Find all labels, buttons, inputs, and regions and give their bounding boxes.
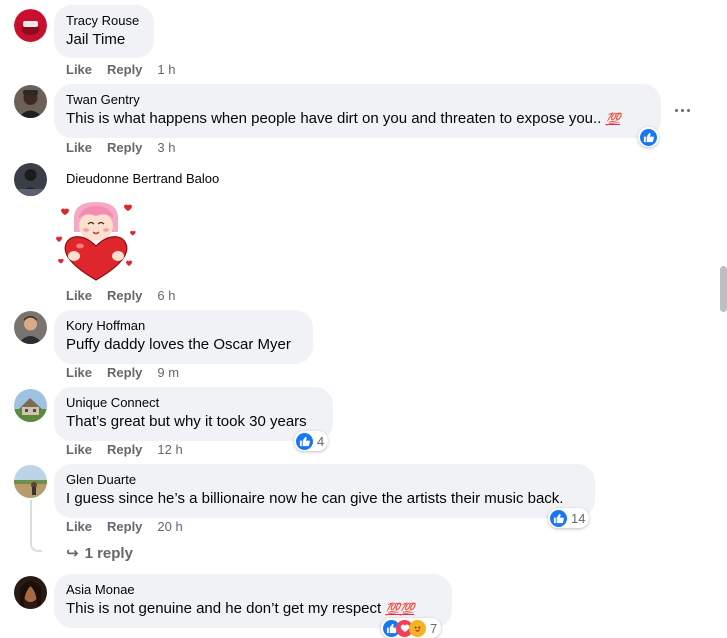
avatar[interactable] bbox=[14, 9, 47, 42]
avatar[interactable] bbox=[14, 311, 47, 344]
hundred-points-emoji: 💯💯 bbox=[385, 602, 415, 616]
comment-time[interactable]: 3 h bbox=[157, 140, 175, 156]
view-replies-link[interactable]: ↪ 1 reply bbox=[66, 544, 133, 562]
thread-line bbox=[30, 500, 32, 544]
reply-button[interactable]: Reply bbox=[107, 62, 142, 78]
comment-bubble: Kory Hoffman Puffy daddy loves the Oscar… bbox=[54, 310, 313, 364]
comment-actions: Like Reply 12 h bbox=[66, 442, 183, 458]
reply-arrow-icon: ↪ bbox=[66, 545, 79, 562]
reaction-summary[interactable]: 7 bbox=[381, 618, 442, 638]
comment-text: This is what happens when people have di… bbox=[66, 110, 621, 127]
reaction-summary[interactable]: 14 bbox=[548, 508, 590, 528]
comment-author[interactable]: Asia Monae bbox=[66, 582, 440, 598]
comment-actions: Like Reply 1 h bbox=[66, 62, 176, 78]
comment-author[interactable]: Tracy Rouse bbox=[66, 13, 142, 29]
scrollbar-thumb[interactable] bbox=[720, 266, 727, 312]
like-button[interactable]: Like bbox=[66, 140, 92, 156]
comment-text: Jail Time bbox=[66, 31, 126, 48]
like-button[interactable]: Like bbox=[66, 288, 92, 304]
heart-girl-sticker bbox=[52, 196, 140, 284]
avatar[interactable] bbox=[14, 163, 47, 196]
comment-author[interactable]: Twan Gentry bbox=[66, 92, 649, 108]
reply-button[interactable]: Reply bbox=[107, 365, 142, 381]
like-button[interactable]: Like bbox=[66, 62, 92, 78]
avatar[interactable] bbox=[14, 85, 47, 118]
comment-author[interactable]: Glen Duarte bbox=[66, 472, 583, 488]
comment-bubble: Twan Gentry This is what happens when pe… bbox=[54, 84, 661, 138]
avatar[interactable] bbox=[14, 465, 47, 498]
avatar[interactable] bbox=[14, 389, 47, 422]
comment-actions: Like Reply 6 h bbox=[66, 288, 176, 304]
comment-text: That’s great but why it took 30 years bbox=[66, 413, 307, 430]
reply-button[interactable]: Reply bbox=[107, 442, 142, 458]
like-button[interactable]: Like bbox=[66, 442, 92, 458]
like-reaction-icon bbox=[640, 128, 657, 146]
comment-actions: Like Reply 3 h bbox=[66, 140, 176, 156]
hundred-points-emoji: 💯 bbox=[605, 112, 621, 126]
comment-text: I guess since he’s a billionaire now he … bbox=[66, 490, 564, 507]
comment-time[interactable]: 9 m bbox=[157, 365, 179, 381]
avatar[interactable] bbox=[14, 576, 47, 609]
comment-author[interactable]: Dieudonne Bertrand Baloo bbox=[66, 171, 219, 187]
comment-time[interactable]: 20 h bbox=[157, 519, 182, 535]
reaction-summary[interactable] bbox=[638, 127, 659, 147]
comment-bubble: Tracy Rouse Jail Time bbox=[54, 5, 154, 58]
comment-actions: Like Reply 20 h bbox=[66, 519, 183, 535]
comment-author[interactable]: Unique Connect bbox=[66, 395, 321, 411]
like-reaction-icon bbox=[296, 432, 313, 450]
reaction-count: 14 bbox=[571, 510, 586, 526]
comment-time[interactable]: 6 h bbox=[157, 288, 175, 304]
like-button[interactable]: Like bbox=[66, 519, 92, 535]
reaction-count: 4 bbox=[317, 433, 325, 449]
like-reaction-icon bbox=[550, 509, 567, 527]
more-options-icon[interactable] bbox=[672, 101, 692, 119]
comment-actions: Like Reply 9 m bbox=[66, 365, 179, 381]
comment-text: This is not genuine and he don’t get my … bbox=[66, 600, 415, 617]
comment-bubble: Unique Connect That’s great but why it t… bbox=[54, 387, 333, 441]
reply-button[interactable]: Reply bbox=[107, 519, 142, 535]
view-replies-label: 1 reply bbox=[84, 545, 133, 562]
comment-time[interactable]: 12 h bbox=[157, 442, 182, 458]
comment-text: Puffy daddy loves the Oscar Myer bbox=[66, 336, 291, 353]
thread-connector bbox=[30, 540, 42, 552]
comment-time[interactable]: 1 h bbox=[157, 62, 175, 78]
reaction-summary[interactable]: 4 bbox=[294, 431, 329, 451]
reaction-count: 7 bbox=[430, 620, 438, 636]
like-button[interactable]: Like bbox=[66, 365, 92, 381]
reply-button[interactable]: Reply bbox=[107, 140, 142, 156]
reply-button[interactable]: Reply bbox=[107, 288, 142, 304]
comment-author[interactable]: Kory Hoffman bbox=[66, 318, 301, 334]
comment-bubble: Glen Duarte I guess since he’s a billion… bbox=[54, 464, 595, 518]
care-reaction-icon bbox=[409, 619, 426, 637]
